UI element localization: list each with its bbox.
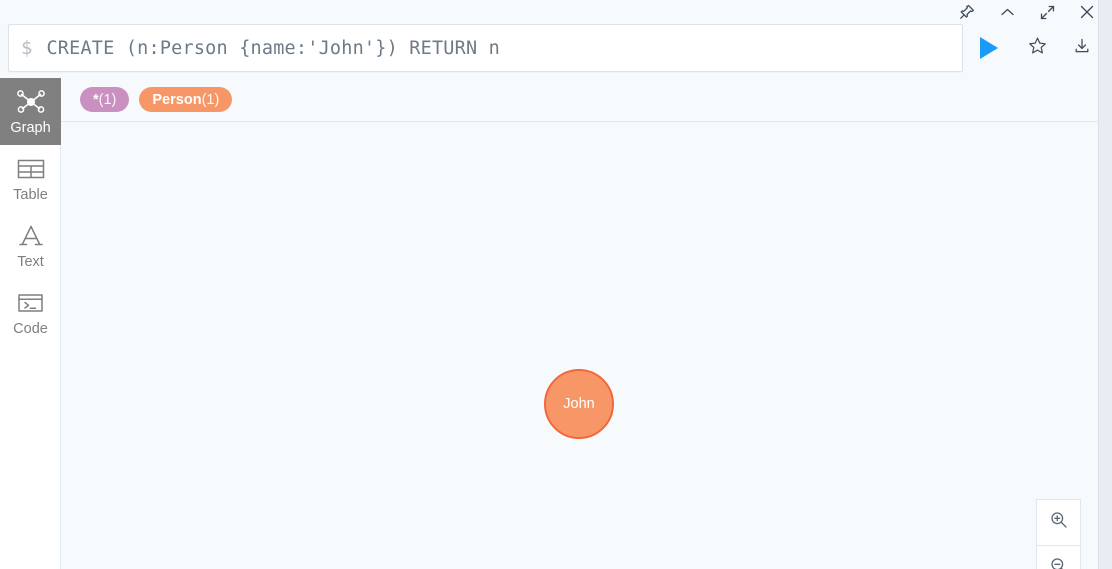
graph-legend: * (1) Person (1) <box>61 78 1098 122</box>
query-input[interactable]: CREATE (n:Person {name:'John'}) RETURN n <box>46 38 950 59</box>
chevron-up-icon[interactable] <box>996 1 1018 23</box>
neo4j-browser-frame: $ CREATE (n:Person {name:'John'}) RETURN… <box>0 0 1112 569</box>
favorite-button[interactable] <box>1015 24 1059 72</box>
legend-pill-count: (1) <box>98 91 117 108</box>
sidebar-item-label: Table <box>13 187 48 204</box>
zoom-out-button[interactable] <box>1037 545 1080 569</box>
sidebar-item-label: Text <box>17 254 44 271</box>
prompt-symbol: $ <box>21 36 33 59</box>
table-icon <box>17 154 45 184</box>
graph-icon <box>16 87 46 117</box>
text-icon <box>18 221 44 251</box>
zoom-in-button[interactable] <box>1037 500 1080 545</box>
result-pane: * (1) Person (1) John <box>61 78 1098 569</box>
legend-pill-count: (1) <box>201 91 220 108</box>
zoom-controls <box>1036 499 1081 569</box>
legend-pill-name: Person <box>152 91 202 108</box>
play-icon <box>980 37 999 59</box>
graph-node-caption: John <box>563 396 595 412</box>
close-icon[interactable] <box>1076 1 1098 23</box>
vertical-scrollbar[interactable] <box>1098 0 1112 569</box>
run-query-button[interactable] <box>963 24 1015 72</box>
sidebar-item-label: Code <box>13 321 48 338</box>
sidebar-item-table[interactable]: Table <box>0 145 61 212</box>
query-input-box[interactable]: $ CREATE (n:Person {name:'John'}) RETURN… <box>8 24 963 72</box>
expand-icon[interactable] <box>1036 1 1058 23</box>
sidebar-item-text[interactable]: Text <box>0 212 61 279</box>
code-icon <box>17 288 44 318</box>
query-editor-bar: $ CREATE (n:Person {name:'John'}) RETURN… <box>8 24 1104 74</box>
sidebar-item-graph[interactable]: Graph <box>0 78 61 145</box>
sidebar-item-label: Graph <box>10 120 51 137</box>
graph-canvas[interactable]: John <box>61 123 1098 569</box>
legend-pill-person[interactable]: Person (1) <box>139 87 233 112</box>
sidebar-item-code[interactable]: Code <box>0 279 61 346</box>
view-mode-sidebar: Graph Table Text Code <box>0 78 61 569</box>
star-icon <box>1028 36 1047 60</box>
graph-node-john[interactable]: John <box>544 369 614 439</box>
pin-icon[interactable] <box>956 1 978 23</box>
legend-pill-all[interactable]: * (1) <box>80 87 130 112</box>
zoom-in-icon <box>1049 510 1069 535</box>
window-controls <box>956 0 1098 24</box>
download-icon <box>1073 37 1091 60</box>
zoom-out-icon <box>1049 556 1069 569</box>
